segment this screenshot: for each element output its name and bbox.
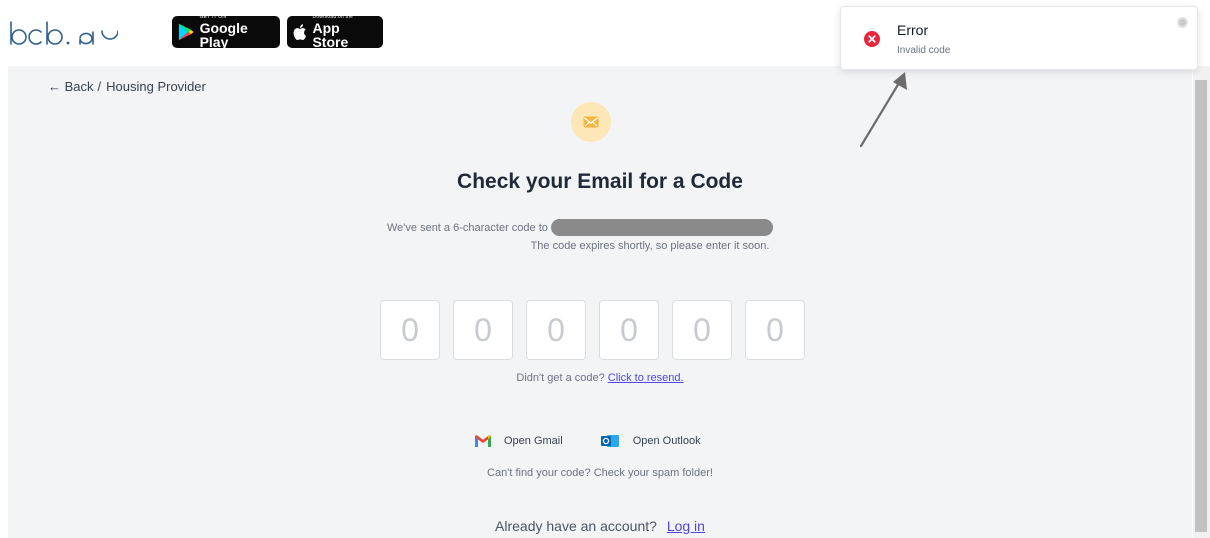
- resend-row: Didn't get a code? Click to resend.: [8, 372, 1192, 384]
- toast-title: Error: [897, 22, 929, 38]
- code-digit-3[interactable]: 0: [526, 300, 586, 360]
- redacted-email: [550, 219, 773, 236]
- breadcrumb-current: Housing Provider: [106, 79, 206, 94]
- code-digit-2[interactable]: 0: [453, 300, 513, 360]
- back-link[interactable]: ← Back: [48, 79, 94, 94]
- code-input-row: 0 0 0 0 0 0: [380, 300, 805, 360]
- code-digit-4[interactable]: 0: [599, 300, 659, 360]
- error-toast: Error Invalid code: [840, 6, 1198, 70]
- breadcrumb: ← Back / Housing Provider: [48, 79, 206, 94]
- open-gmail-label: Open Gmail: [504, 435, 563, 447]
- sent-code-description: We've sent a 6-character code to: [387, 219, 773, 236]
- resend-link[interactable]: Click to resend.: [608, 372, 684, 384]
- google-play-icon: [178, 23, 194, 41]
- outlook-icon: [600, 435, 619, 447]
- mail-icon-badge: [571, 102, 611, 142]
- apple-icon: [293, 24, 307, 41]
- open-outlook-button[interactable]: Open Outlook: [600, 433, 701, 449]
- code-digit-6[interactable]: 0: [745, 300, 805, 360]
- open-mail-row: Open Gmail Open Outlook: [474, 433, 701, 449]
- resend-prompt: Didn't get a code?: [516, 372, 605, 384]
- error-x-icon: [864, 31, 880, 52]
- brand-logo-mark: [10, 21, 119, 45]
- verification-page: ← Back / Housing Provider Check your Ema…: [8, 66, 1192, 538]
- breadcrumb-separator: /: [97, 79, 102, 94]
- google-play-badge[interactable]: GET IT ON Google Play: [172, 15, 280, 50]
- google-play-badge-label: Google Play: [199, 20, 248, 50]
- code-digit-1[interactable]: 0: [380, 300, 440, 360]
- annotation-arrow: [859, 72, 907, 148]
- mail-icon: [583, 116, 599, 128]
- toast-close-icon[interactable]: [1177, 17, 1188, 28]
- vertical-scrollbar[interactable]: [1193, 66, 1210, 538]
- open-gmail-button[interactable]: Open Gmail: [474, 434, 563, 448]
- app-store-badge-label: App Store: [312, 20, 349, 50]
- login-row: Already have an account? Log in: [8, 518, 1192, 534]
- sent-code-text: We've sent a 6-character code to: [387, 221, 548, 234]
- open-outlook-label: Open Outlook: [632, 435, 701, 447]
- toast-message: Invalid code: [897, 45, 951, 56]
- code-expiry-text: The code expires shortly, so please ente…: [530, 240, 770, 252]
- scrollbar-thumb[interactable]: [1195, 80, 1207, 532]
- page-title: Check your Email for a Code: [457, 170, 743, 193]
- code-digit-5[interactable]: 0: [672, 300, 732, 360]
- login-link[interactable]: Log in: [667, 518, 705, 534]
- brand-logo[interactable]: [8, 18, 119, 53]
- app-store-badge[interactable]: Download on the App Store: [287, 15, 383, 50]
- gmail-icon: [475, 435, 491, 447]
- spam-hint: Can't find your code? Check your spam fo…: [487, 467, 713, 479]
- account-prompt: Already have an account?: [495, 518, 657, 534]
